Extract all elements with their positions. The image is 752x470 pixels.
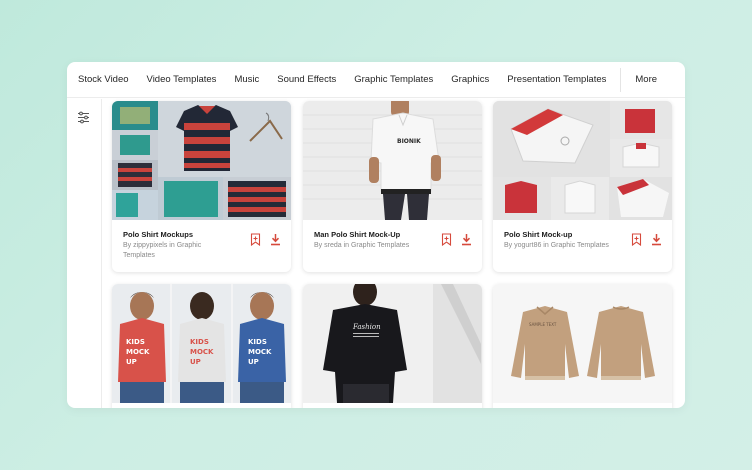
item-card[interactable]: Polo Shirt Mock-up By yogurt86 in Graphi… — [493, 101, 672, 272]
shirt-print: Fashion — [352, 323, 381, 331]
sliders-icon[interactable] — [77, 111, 90, 124]
item-card[interactable]: KIDS MOCK UP KIDS MOCK UP KIDS MOCK UP — [112, 284, 291, 408]
add-to-collection-icon[interactable] — [441, 233, 452, 246]
download-icon[interactable] — [270, 233, 281, 246]
nav-presentation-templates[interactable]: Presentation Templates — [507, 74, 606, 85]
card-title[interactable]: Man Polo Shirt Mock-Up — [314, 230, 400, 239]
item-card[interactable]: SAMPLE TEXT — [493, 284, 672, 408]
add-to-collection-icon[interactable] — [250, 233, 261, 246]
shirt-print: KIDS — [248, 338, 267, 346]
card-author[interactable]: By zippypixels in Graphic Templates — [123, 241, 228, 261]
download-icon[interactable] — [651, 233, 662, 246]
nav-more[interactable]: More — [635, 74, 657, 85]
nav-divider — [620, 67, 622, 92]
card-title[interactable]: Polo Shirt Mockups — [123, 230, 193, 239]
svg-text:BIONIK: BIONIK — [397, 138, 421, 145]
card-thumbnail[interactable]: BIONIK — [303, 101, 482, 220]
nav-music[interactable]: Music — [234, 74, 259, 85]
app-window: Stock Video Video Templates Music Sound … — [67, 62, 685, 408]
shirt-print: UP — [126, 358, 137, 366]
card-thumbnail[interactable]: KIDS MOCK UP KIDS MOCK UP KIDS MOCK UP — [112, 284, 291, 403]
item-card[interactable]: Fashion — [303, 284, 482, 408]
card-author[interactable]: By sreda in Graphic Templates — [314, 241, 419, 251]
card-actions — [631, 233, 662, 246]
nav-video-templates[interactable]: Video Templates — [147, 74, 217, 85]
nav-sound-effects[interactable]: Sound Effects — [277, 74, 336, 85]
card-thumbnail[interactable]: SAMPLE TEXT — [493, 284, 672, 403]
shirt-print: SAMPLE TEXT — [529, 322, 557, 327]
shirt-print: MOCK — [248, 348, 272, 356]
shirt-print: UP — [248, 358, 259, 366]
nav-graphic-templates[interactable]: Graphic Templates — [354, 74, 433, 85]
item-card[interactable]: Polo Shirt Mockups By zippypixels in Gra… — [112, 101, 291, 272]
card-thumbnail[interactable] — [493, 101, 672, 220]
card-thumbnail[interactable]: Fashion — [303, 284, 482, 403]
nav-stock-video[interactable]: Stock Video — [78, 74, 129, 85]
card-actions — [250, 233, 281, 246]
shirt-print: KIDS — [126, 338, 145, 346]
card-author[interactable]: By yogurt86 in Graphic Templates — [504, 241, 609, 251]
card-actions — [441, 233, 472, 246]
item-card[interactable]: BIONIK Man Polo Shirt Mock-Up By sreda i… — [303, 101, 482, 272]
category-nav: Stock Video Video Templates Music Sound … — [67, 62, 685, 98]
shirt-print: KIDS — [190, 338, 209, 346]
add-to-collection-icon[interactable] — [631, 233, 642, 246]
card-title[interactable]: Polo Shirt Mock-up — [504, 230, 572, 239]
filter-sidebar — [67, 99, 102, 408]
shirt-print: MOCK — [190, 348, 214, 356]
shirt-print: MOCK — [126, 348, 150, 356]
shirt-print: UP — [190, 358, 201, 366]
download-icon[interactable] — [461, 233, 472, 246]
nav-graphics[interactable]: Graphics — [451, 74, 489, 85]
card-thumbnail[interactable] — [112, 101, 291, 220]
